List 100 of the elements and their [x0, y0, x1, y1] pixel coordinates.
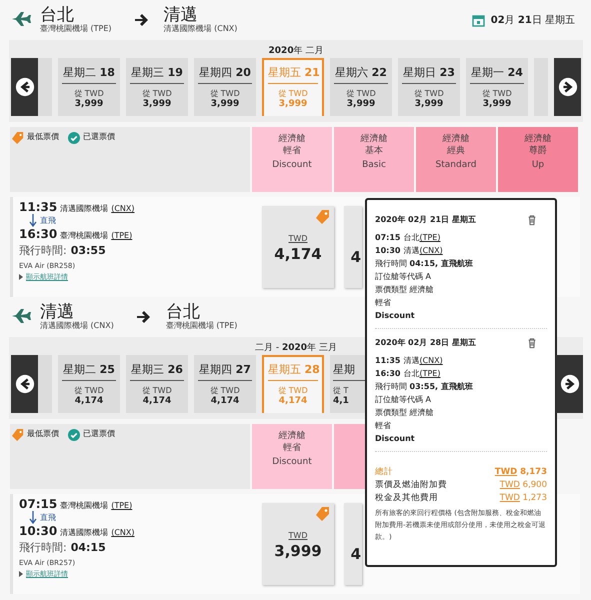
fare-class-header: 經濟艙 輕省 Discount — [252, 424, 332, 489]
time-text: 16:30 — [375, 369, 400, 378]
next-button[interactable] — [556, 355, 583, 413]
check-icon — [68, 429, 80, 441]
stop-label: 直飛 — [40, 512, 56, 523]
currency-link[interactable]: TWD — [262, 234, 334, 243]
date-tile[interactable]: 星期一 24 從 TWD 3,999 — [466, 58, 528, 116]
month-label: 二月 - 2020年 三月 — [255, 342, 337, 355]
delete-button[interactable] — [527, 337, 537, 349]
place-text: 台北 — [403, 369, 420, 378]
time-text: 07:15 — [375, 233, 400, 242]
airport-name: 臺灣桃園機場 (TPE) — [40, 24, 112, 34]
time-text: 07:15 — [19, 497, 58, 511]
airport-code-link[interactable]: (CNX) — [419, 356, 443, 365]
currency-link[interactable]: TWD — [262, 531, 334, 540]
date-tile[interactable]: 星期日 23 從 TWD 3,999 — [398, 58, 460, 116]
total-label: 票價及燃油附加費 — [375, 479, 447, 492]
duration-label: 飛行時間: — [19, 244, 67, 257]
city-name: 清邁 — [40, 303, 74, 321]
arrow-icon — [134, 13, 150, 27]
airport-code-link[interactable]: (CNX) — [111, 204, 134, 213]
detail-text: 訂位艙等代碼 A — [375, 271, 432, 283]
airport-name: 清邁國際機場 — [60, 203, 108, 214]
detail-text: 飛行時間 03:55, 直飛航班 — [375, 381, 474, 393]
selected-date: 02月 21日 星期五 — [490, 14, 575, 27]
place-text: 清邁 — [403, 356, 420, 365]
legend-label: 最低票價 — [27, 131, 59, 142]
segment-date: 2020年 02月 28日 星期五 — [375, 337, 476, 348]
fare-tile[interactable]: TWD 3,999 — [262, 503, 334, 585]
total-label: 總計 — [375, 466, 393, 479]
segment-date: 2020年 02月 21日 星期五 — [375, 214, 476, 225]
triangle-icon — [19, 571, 23, 577]
airport-name: 清邁國際機場 (CNX) — [40, 321, 114, 331]
duration-value: 03:55 — [70, 244, 106, 257]
fare-tile[interactable]: TWD 4,174 — [262, 206, 334, 288]
arrow-icon — [136, 310, 152, 324]
fare-class-header: 經濟艙 尊爵 Up — [498, 127, 578, 192]
delete-button[interactable] — [527, 214, 537, 226]
date-tile[interactable]: 星期二 25 從 TWD 4,174 — [58, 355, 120, 413]
date-tile[interactable]: 星期四 20 從 TWD 3,999 — [194, 58, 256, 116]
fare-class-header: 經濟艙 基本 Basic — [334, 127, 414, 192]
date-tile[interactable]: 星期六 22 從 TWD 3,999 — [330, 58, 392, 116]
time-text: 11:35 — [19, 200, 58, 214]
detail-text: 訂位艙等代碼 A — [375, 394, 432, 406]
duration-label: 飛行時間: — [19, 541, 67, 554]
price-text: 4 — [350, 545, 361, 563]
duration-value: 04:15 — [70, 541, 106, 554]
stop-label: 直飛 — [40, 215, 56, 226]
airport-name: 臺灣桃園機場 (TPE) — [166, 321, 238, 331]
amount-text: TWD 8,173 — [494, 466, 547, 479]
fare-tile[interactable]: 4 — [344, 206, 362, 288]
legend-label: 最低票價 — [27, 428, 59, 439]
amount-text: TWD 6,900 — [500, 479, 547, 492]
airport-name: 清邁國際機場 — [60, 527, 108, 538]
city-name: 台北 — [40, 6, 74, 24]
trash-icon — [527, 214, 537, 226]
city-name: 清邁 — [164, 6, 198, 24]
airport-code-link[interactable]: (CNX) — [111, 528, 134, 537]
date-tile[interactable]: 星期四 27 從 TWD 4,174 — [194, 355, 256, 413]
previous-button[interactable] — [11, 355, 38, 413]
amount-text: TWD 1,273 — [500, 492, 547, 505]
down-arrow-icon — [29, 214, 37, 227]
down-arrow-icon — [29, 511, 37, 524]
airport-code-link[interactable]: (TPE) — [419, 233, 440, 242]
next-button[interactable] — [554, 58, 581, 116]
date-tile[interactable]: 星期二 18 從 TWD 3,999 — [58, 58, 120, 116]
month-label: 2020年 二月 — [268, 44, 324, 58]
triangle-icon — [19, 274, 23, 280]
detail-text: 輕省 — [375, 420, 392, 432]
fare-class-header: 經濟艙 經典 Standard — [416, 127, 496, 192]
time-text: 16:30 — [19, 227, 58, 241]
detail-text: 票價類型 經濟艙 — [375, 407, 435, 419]
date-tile[interactable]: 星期 從 T 4,1 — [330, 355, 365, 413]
fare-name: Discount — [375, 433, 416, 445]
total-label: 稅金及其他費用 — [375, 492, 438, 505]
fare-class-header: 經濟艙 輕省 Discount — [252, 127, 332, 192]
time-text: 11:35 — [375, 356, 400, 365]
check-icon — [68, 132, 80, 144]
detail-text: 飛行時間 04:15, 直飛航班 — [375, 258, 474, 270]
detail-text: 票價類型 經濟艙 — [375, 284, 435, 296]
tag-icon — [12, 429, 24, 441]
airport-code-link[interactable]: (CNX) — [419, 246, 443, 255]
price-text: 4 — [350, 248, 361, 266]
airport-code-link[interactable]: (TPE) — [111, 501, 132, 510]
airport-code-link[interactable]: (TPE) — [419, 369, 440, 378]
date-tile[interactable]: 星期三 26 從 TWD 4,174 — [126, 355, 188, 413]
previous-button[interactable] — [11, 58, 38, 116]
fare-tile[interactable]: 4 — [344, 503, 362, 585]
price-text: 3,999 — [273, 542, 323, 560]
tag-icon — [12, 132, 24, 144]
airport-name: 清邁國際機場 (CNX) — [164, 24, 238, 34]
airport-name: 臺灣桃園機場 — [60, 230, 108, 241]
price-text: 4,174 — [273, 245, 323, 263]
legend-label: 已選票價 — [83, 131, 115, 142]
date-tile — [38, 58, 52, 116]
time-text: 10:30 — [19, 524, 58, 538]
date-tile[interactable]: 星期三 19 從 TWD 3,999 — [126, 58, 188, 116]
airport-code-link[interactable]: (TPE) — [111, 231, 132, 240]
trash-icon — [527, 337, 537, 349]
fare-name: Discount — [375, 310, 416, 322]
